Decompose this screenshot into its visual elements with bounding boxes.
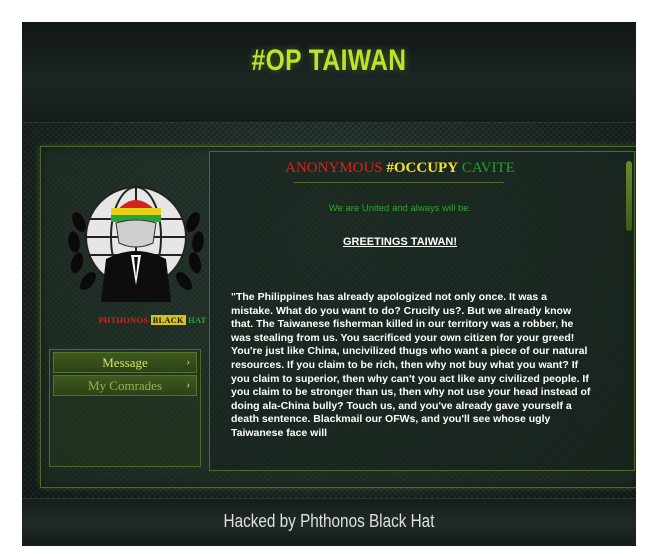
occupy-red-text: ANONYMOUS xyxy=(285,160,383,176)
nav-item-message[interactable]: Message › xyxy=(53,352,197,373)
logo-caption-red: PHTHONOS xyxy=(98,315,149,325)
site-footer: Hacked by Phthonos Black Hat xyxy=(22,498,636,546)
logo-caption-green: HAT xyxy=(188,315,207,325)
footer-text: Hacked by Phthonos Black Hat xyxy=(223,511,435,531)
anonymous-logo: PHTHONOS BLACK HAT xyxy=(61,167,206,337)
nav-item-label: Message xyxy=(102,355,148,370)
occupy-green-text: CAVITE xyxy=(461,160,515,176)
occupy-yellow-text: #OCCUPY xyxy=(386,160,459,176)
scrollbar-thumb[interactable] xyxy=(626,161,632,231)
site-title: #OP TAIWAN xyxy=(251,44,407,77)
message-body: "The Philippines has already apologized … xyxy=(231,291,591,439)
defaced-page: #OP TAIWAN PHTHONOS BLACK HAT Message › … xyxy=(22,22,636,546)
laurel-globe-icon xyxy=(67,186,205,302)
main-panel: PHTHONOS BLACK HAT Message › My Comrades… xyxy=(40,146,636,488)
chevron-right-icon: › xyxy=(186,379,190,391)
chevron-right-icon: › xyxy=(186,356,190,368)
side-nav: Message › My Comrades › xyxy=(49,349,201,467)
motto-text: We are United and always will be. xyxy=(328,203,472,214)
message-content[interactable]: ANONYMOUS #OCCUPY CAVITE We are United a… xyxy=(209,151,635,471)
greeting-heading: GREETINGS TAIWAN! xyxy=(342,236,458,248)
nav-item-my-comrades[interactable]: My Comrades › xyxy=(53,375,197,396)
nav-item-label: My Comrades xyxy=(87,378,163,393)
site-header: #OP TAIWAN xyxy=(22,22,636,123)
divider xyxy=(294,182,504,183)
logo-caption-yellow: BLACK xyxy=(150,315,186,325)
occupy-heading: ANONYMOUS #OCCUPY CAVITE xyxy=(210,160,590,177)
logo-caption: PHTHONOS BLACK HAT xyxy=(75,315,230,325)
